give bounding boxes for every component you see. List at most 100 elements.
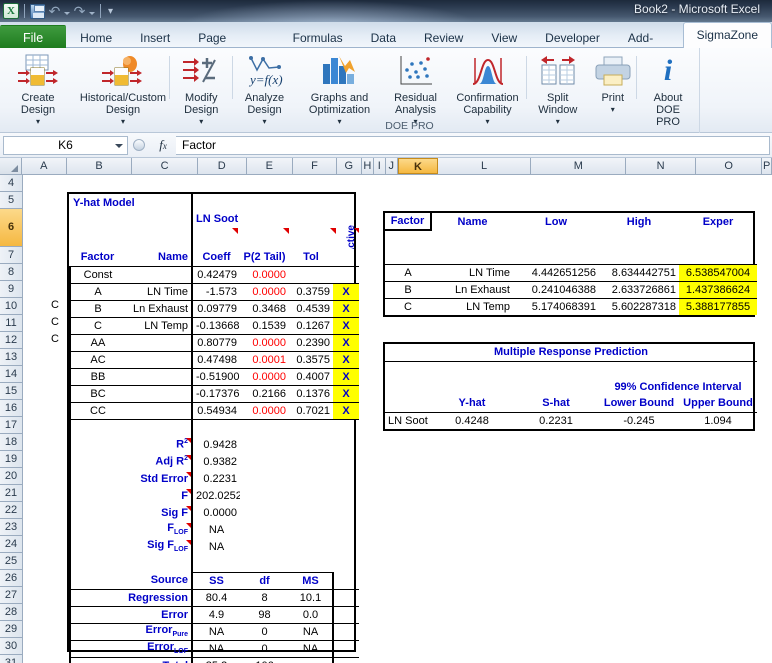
name-box-chevron-down-icon[interactable] <box>115 143 123 148</box>
yhat-r8-active[interactable]: X <box>333 402 360 419</box>
print-chevron-down-icon[interactable]: ▾ <box>611 104 615 116</box>
row-header-30[interactable]: 30 <box>0 638 22 655</box>
row-header-20[interactable]: 20 <box>0 468 22 485</box>
row-header-29[interactable]: 29 <box>0 621 22 638</box>
undo-icon[interactable]: ↶ <box>47 3 62 19</box>
yhat-r2-active[interactable]: X <box>333 300 360 317</box>
table-row[interactable]: Const 0.42479 0.0000 <box>69 266 360 283</box>
row-header-28[interactable]: 28 <box>0 604 22 621</box>
yhat-model-table[interactable]: Y-hat Model LN Soot Active Factor Name C… <box>67 192 360 663</box>
prediction-table[interactable]: Multiple Response Prediction 99% Confide… <box>383 342 758 431</box>
historical-custom-design-button[interactable]: Historical/Custom Design ▾ <box>76 51 170 128</box>
row-header-10[interactable]: 10 <box>0 298 22 315</box>
confirmation-capability-button[interactable]: Confirmation Capability ▾ <box>449 51 527 128</box>
table-row[interactable]: CC 0.54934 0.0000 0.7021 X <box>69 402 360 419</box>
factor-r2-exper[interactable]: 5.388177855 <box>679 298 757 315</box>
yhat-r0-active[interactable] <box>333 266 359 283</box>
table-row[interactable]: B Ln Exhaust 0.09779 0.3468 0.4539 X <box>69 300 360 317</box>
row-header-7[interactable]: 7 <box>0 247 22 264</box>
redo-icon[interactable]: ↷ <box>72 3 87 19</box>
row-header-19[interactable]: 19 <box>0 451 22 468</box>
table-row[interactable]: C LN Temp 5.174068391 5.602287318 5.3881… <box>385 298 757 315</box>
row-header-17[interactable]: 17 <box>0 417 22 434</box>
tab-sigmazone[interactable]: SigmaZone <box>682 22 772 48</box>
row-header-25[interactable]: 25 <box>0 553 22 570</box>
modify-design-button[interactable]: Modify Design ▾ <box>170 51 232 128</box>
undo-dropdown-icon[interactable] <box>64 12 70 15</box>
column-header-n[interactable]: N <box>626 158 696 174</box>
tab-add-ins[interactable]: Add-Ins <box>614 25 683 69</box>
yhat-r4-active[interactable]: X <box>333 334 360 351</box>
column-header-m[interactable]: M <box>531 158 627 174</box>
excel-logo-icon[interactable]: X <box>3 3 19 19</box>
row-header-26[interactable]: 26 <box>0 570 22 587</box>
yhat-r1-active[interactable]: X <box>333 283 360 300</box>
factor-table[interactable]: Factor Name Low High Exper A LN Time 4.4… <box>383 211 757 317</box>
row-header-5[interactable]: 5 <box>0 192 22 209</box>
row-header-16[interactable]: 16 <box>0 400 22 417</box>
row-header-24[interactable]: 24 <box>0 536 22 553</box>
row-header-23[interactable]: 23 <box>0 519 22 536</box>
column-header-b[interactable]: B <box>67 158 133 174</box>
column-header-f[interactable]: F <box>293 158 337 174</box>
row-header-22[interactable]: 22 <box>0 502 22 519</box>
analyze-design-button[interactable]: y=f(x) Analyze Design ▾ <box>233 51 297 128</box>
row-header-14[interactable]: 14 <box>0 366 22 383</box>
column-header-c[interactable]: C <box>132 158 198 174</box>
residual-analysis-button[interactable]: Residual Analysis ▾ <box>383 51 449 128</box>
print-button[interactable]: Print ▾ <box>589 51 637 116</box>
tab-review[interactable]: Review <box>410 25 477 49</box>
table-row[interactable]: A LN Time -1.573 0.0000 0.3759 X <box>69 283 360 300</box>
table-row[interactable]: BB -0.51900 0.0000 0.4007 X <box>69 368 360 385</box>
create-design-chevron-down-icon[interactable]: ▾ <box>36 116 40 128</box>
table-row[interactable]: C LN Temp -0.13668 0.1539 0.1267 X <box>69 317 360 334</box>
row-header-6[interactable]: 6 <box>0 209 22 247</box>
insert-function-icon[interactable]: fx <box>150 137 176 153</box>
tab-developer[interactable]: Developer <box>531 25 614 49</box>
table-row[interactable]: B Ln Exhaust 0.241046388 2.633726861 1.4… <box>385 281 757 298</box>
graphs-optimization-button[interactable]: Graphs and Optimization ▾ <box>297 51 383 128</box>
row-header-12[interactable]: 12 <box>0 332 22 349</box>
yhat-r5-active[interactable]: X <box>333 351 360 368</box>
yhat-r6-active[interactable]: X <box>333 368 360 385</box>
row-header-31[interactable]: 31 <box>0 655 22 663</box>
tab-view[interactable]: View <box>477 25 531 49</box>
table-row[interactable]: AA 0.80779 0.0000 0.2390 X <box>69 334 360 351</box>
row-header-15[interactable]: 15 <box>0 383 22 400</box>
column-header-e[interactable]: E <box>247 158 294 174</box>
column-header-a[interactable]: A <box>22 158 67 174</box>
name-box[interactable]: K6 <box>3 135 128 155</box>
row-header-18[interactable]: 18 <box>0 434 22 451</box>
column-header-d[interactable]: D <box>198 158 247 174</box>
column-header-o[interactable]: O <box>696 158 763 174</box>
column-header-i[interactable]: I <box>374 158 386 174</box>
column-header-j[interactable]: J <box>386 158 398 174</box>
create-design-button[interactable]: Create Design ▾ <box>0 51 76 128</box>
row-header-8[interactable]: 8 <box>0 264 22 281</box>
factor-r0-exper[interactable]: 6.538547004 <box>679 264 757 281</box>
worksheet-canvas[interactable]: C C C Y-hat Model LN Soot Active Factor … <box>23 175 772 663</box>
row-header-9[interactable]: 9 <box>0 281 22 298</box>
yhat-r7-active[interactable]: X <box>333 385 360 402</box>
column-header-k[interactable]: K <box>397 158 438 174</box>
column-header-l[interactable]: L <box>438 158 532 174</box>
quick-access-toolbar[interactable]: X ↶ ↷ ▾ <box>0 3 113 19</box>
column-header-h[interactable]: H <box>362 158 375 174</box>
customize-qat-icon[interactable]: ▾ <box>108 6 113 17</box>
formula-input[interactable]: Factor <box>176 135 770 155</box>
row-header-13[interactable]: 13 <box>0 349 22 366</box>
tab-formulas[interactable]: Formulas <box>279 25 357 49</box>
yhat-r3-active[interactable]: X <box>333 317 360 334</box>
tab-data[interactable]: Data <box>357 25 410 49</box>
tab-insert[interactable]: Insert <box>126 25 184 49</box>
save-icon[interactable] <box>30 3 45 19</box>
table-row[interactable]: BC -0.17376 0.2166 0.1376 X <box>69 385 360 402</box>
column-header-g[interactable]: G <box>337 158 362 174</box>
table-row[interactable]: A LN Time 4.442651256 8.634442751 6.5385… <box>385 264 757 281</box>
formula-bar-expand-handle[interactable] <box>128 136 150 155</box>
redo-dropdown-icon[interactable] <box>89 12 95 15</box>
row-header-11[interactable]: 11 <box>0 315 22 332</box>
factor-r1-exper[interactable]: 1.437386624 <box>679 281 757 298</box>
row-header-27[interactable]: 27 <box>0 587 22 604</box>
select-all-corner[interactable] <box>0 158 22 174</box>
